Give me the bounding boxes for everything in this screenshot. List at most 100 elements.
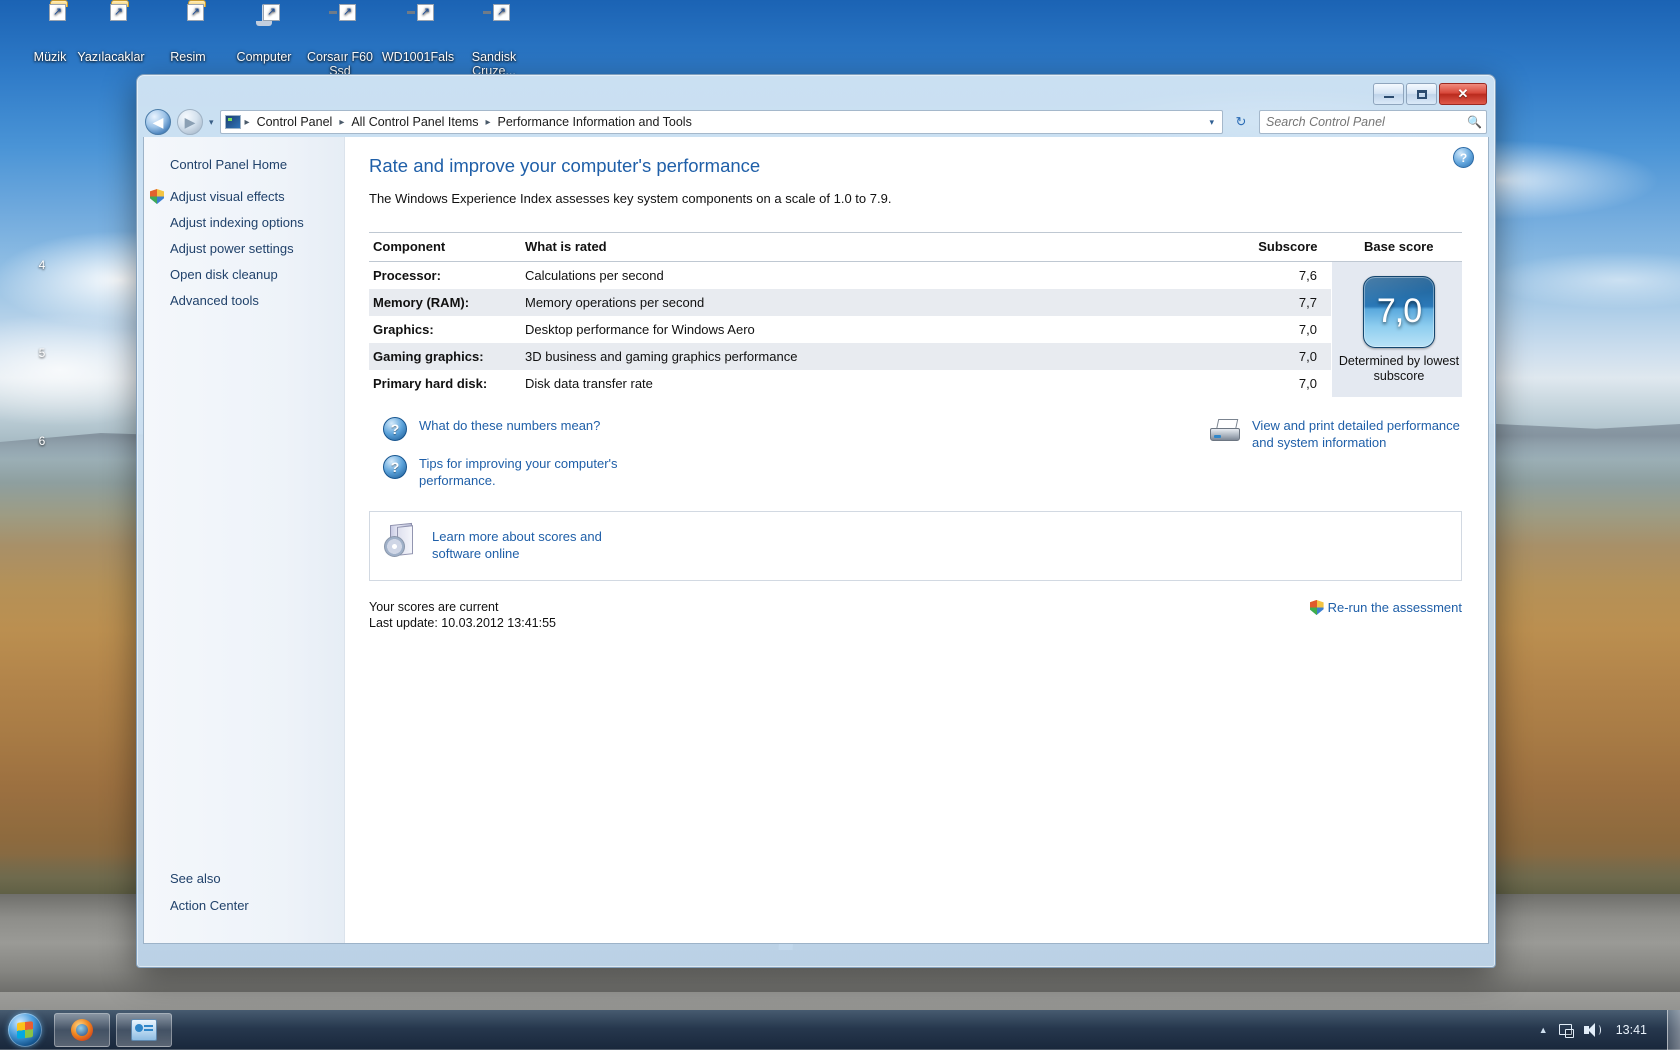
breadcrumb-separator: ▸: [339, 116, 345, 128]
control-panel-taskbar-button[interactable]: [116, 1013, 172, 1047]
table-row: Graphics: Desktop performance for Window…: [369, 316, 1462, 343]
forward-button[interactable]: ▶: [177, 109, 203, 135]
desktop-icon-computer[interactable]: ↗ Computer: [222, 4, 306, 64]
desktop-icon-mascot-6[interactable]: 6: [12, 434, 72, 448]
link-label[interactable]: Tips for improving your computer's perfo…: [419, 455, 649, 489]
computer-shortcut-icon: ↗: [222, 4, 306, 46]
help-icon[interactable]: ?: [1453, 147, 1474, 168]
volume-icon[interactable]: [1583, 1023, 1601, 1037]
search-box[interactable]: 🔍: [1259, 110, 1487, 134]
firefox-taskbar-button[interactable]: [54, 1013, 110, 1047]
sidebar-item-adjust-visual-effects[interactable]: Adjust visual effects: [144, 184, 344, 210]
desktop-icon-label: 6: [38, 434, 46, 448]
link-what-do-these-numbers-mean[interactable]: ? What do these numbers mean?: [383, 417, 649, 441]
close-button[interactable]: ✕: [1439, 83, 1487, 105]
table-row: Gaming graphics: 3D business and gaming …: [369, 343, 1462, 370]
status-text: Your scores are current Last update: 10.…: [369, 599, 556, 631]
chevron-down-icon[interactable]: ▾: [1209, 117, 1218, 128]
breadcrumb-item-control-panel[interactable]: Control Panel: [254, 114, 336, 130]
desktop-icon-mascot-4[interactable]: 4: [12, 258, 72, 272]
row-subscore: 7,7: [1243, 289, 1332, 316]
search-input[interactable]: [1264, 114, 1468, 130]
row-component: Primary hard disk:: [373, 376, 488, 391]
intro-text: The Windows Experience Index assesses ke…: [369, 191, 892, 206]
header-base-score: Base score: [1331, 232, 1462, 262]
desktop-icon-yazilacaklar[interactable]: ↗ Yazılacaklar: [69, 4, 153, 64]
network-icon[interactable]: [1558, 1023, 1574, 1038]
sidebar-item-label: Adjust power settings: [170, 241, 294, 256]
row-rated: Disk data transfer rate: [525, 376, 653, 391]
link-label[interactable]: Learn more about scores and software onl…: [432, 528, 632, 562]
rerun-assessment-button[interactable]: Re-run the assessment: [1309, 599, 1462, 616]
learn-more-box[interactable]: Learn more about scores and software onl…: [369, 511, 1462, 581]
shield-icon: [1309, 600, 1324, 615]
sidebar-item-advanced-tools[interactable]: Advanced tools: [144, 288, 344, 314]
firefox-icon: [71, 1019, 93, 1041]
row-component: Processor:: [373, 268, 441, 283]
table-header-row: Component What is rated Subscore Base sc…: [369, 232, 1462, 262]
row-component: Memory (RAM):: [369, 289, 521, 316]
base-score-value: 7,0: [1363, 275, 1435, 348]
sidebar-item-label: Adjust indexing options: [170, 215, 304, 230]
breadcrumb[interactable]: ▸ Control Panel ▸ All Control Panel Item…: [219, 110, 1223, 134]
window-content: Control Panel Home Adjust visual effects…: [143, 137, 1489, 944]
row-rated: Desktop performance for Windows Aero: [525, 322, 755, 337]
control-panel-icon: [131, 1019, 157, 1041]
link-label[interactable]: What do these numbers mean?: [419, 417, 600, 434]
breadcrumb-item-performance-information-and-tools[interactable]: Performance Information and Tools: [495, 114, 695, 130]
table-row: Processor: Calculations per second 7,6 7…: [369, 261, 1462, 397]
desktop-icon-sandisk-cruzer[interactable]: ↗ Sandisk Cruze...: [452, 4, 536, 78]
table-row: Primary hard disk: Disk data transfer ra…: [369, 370, 1462, 397]
control-panel-window: ✕ ◀ ▶ ▾ ▸ Control Panel ▸ All Control Pa…: [136, 74, 1496, 968]
status-line-current: Your scores are current: [369, 600, 499, 614]
help-question-icon: ?: [383, 455, 407, 479]
table-row: Memory (RAM): Memory operations per seco…: [369, 289, 1462, 316]
link-tips-for-improving-performance[interactable]: ? Tips for improving your computer's per…: [383, 455, 649, 489]
printer-icon: [1210, 419, 1240, 443]
minimize-button[interactable]: [1373, 83, 1404, 105]
drive-shortcut-icon: ↗: [376, 4, 460, 46]
help-links: ? What do these numbers mean? ? Tips for…: [369, 417, 649, 489]
header-subscore: Subscore: [1243, 232, 1332, 262]
see-also-section: See also Action Center: [144, 865, 344, 943]
control-panel-icon: [224, 115, 241, 129]
refresh-button[interactable]: ↻: [1229, 111, 1253, 133]
main-pane: ? Rate and improve your computer's perfo…: [345, 137, 1488, 943]
desktop-icon-label: Resim: [170, 50, 206, 64]
back-button[interactable]: ◀: [145, 109, 171, 135]
desktop-icon-label: Yazılacaklar: [77, 50, 145, 64]
window-titlebar[interactable]: ✕: [143, 81, 1489, 107]
show-hidden-icons-icon[interactable]: ▲: [1539, 1025, 1548, 1035]
desktop-icon-mascot-5[interactable]: 5: [12, 346, 72, 360]
base-score-cell: 7,0 Determined by lowest subscore: [1331, 261, 1462, 397]
desktop-icon-corsair-f60-ssd[interactable]: ↗ Corsaır F60 Ssd: [298, 4, 382, 78]
status-line-last-update: Last update: 10.03.2012 13:41:55: [369, 616, 556, 630]
folder-shortcut-icon: ↗: [69, 4, 153, 46]
row-subscore: 7,0: [1298, 376, 1317, 391]
rerun-label[interactable]: Re-run the assessment: [1328, 599, 1462, 616]
row-rated: Memory operations per second: [521, 289, 1243, 316]
desktop-icon-label: Computer: [236, 50, 292, 64]
link-label[interactable]: View and print detailed performance and …: [1252, 417, 1462, 451]
sidebar-item-control-panel-home[interactable]: Control Panel Home: [144, 153, 344, 184]
navigation-bar: ◀ ▶ ▾ ▸ Control Panel ▸ All Control Pane…: [143, 107, 1489, 137]
row-rated: Calculations per second: [525, 268, 664, 283]
desktop-icon-resim[interactable]: ↗ Resim: [146, 4, 230, 64]
sidebar-item-adjust-indexing-options[interactable]: Adjust indexing options: [144, 210, 344, 236]
clock[interactable]: 13:41: [1610, 1023, 1653, 1037]
base-score-caption: Determined by lowest subscore: [1338, 353, 1460, 383]
breadcrumb-item-all-control-panel-items[interactable]: All Control Panel Items: [348, 114, 481, 130]
start-button[interactable]: [2, 1011, 48, 1049]
sidebar-item-label: Open disk cleanup: [170, 267, 278, 282]
recent-pages-dropdown-icon[interactable]: ▾: [209, 117, 214, 128]
desktop-icon-wd1001fals[interactable]: ↗ WD1001Fals: [376, 4, 460, 64]
drive-shortcut-icon: ↗: [298, 4, 382, 46]
see-also-item-action-center[interactable]: Action Center: [166, 896, 336, 915]
sidebar-item-open-disk-cleanup[interactable]: Open disk cleanup: [144, 262, 344, 288]
window-controls: ✕: [1373, 83, 1487, 105]
software-box-icon: [384, 522, 418, 558]
show-desktop-button[interactable]: [1667, 1010, 1680, 1050]
maximize-button[interactable]: [1406, 83, 1437, 105]
link-view-and-print-detailed-info[interactable]: View and print detailed performance and …: [1210, 417, 1462, 451]
sidebar-item-adjust-power-settings[interactable]: Adjust power settings: [144, 236, 344, 262]
